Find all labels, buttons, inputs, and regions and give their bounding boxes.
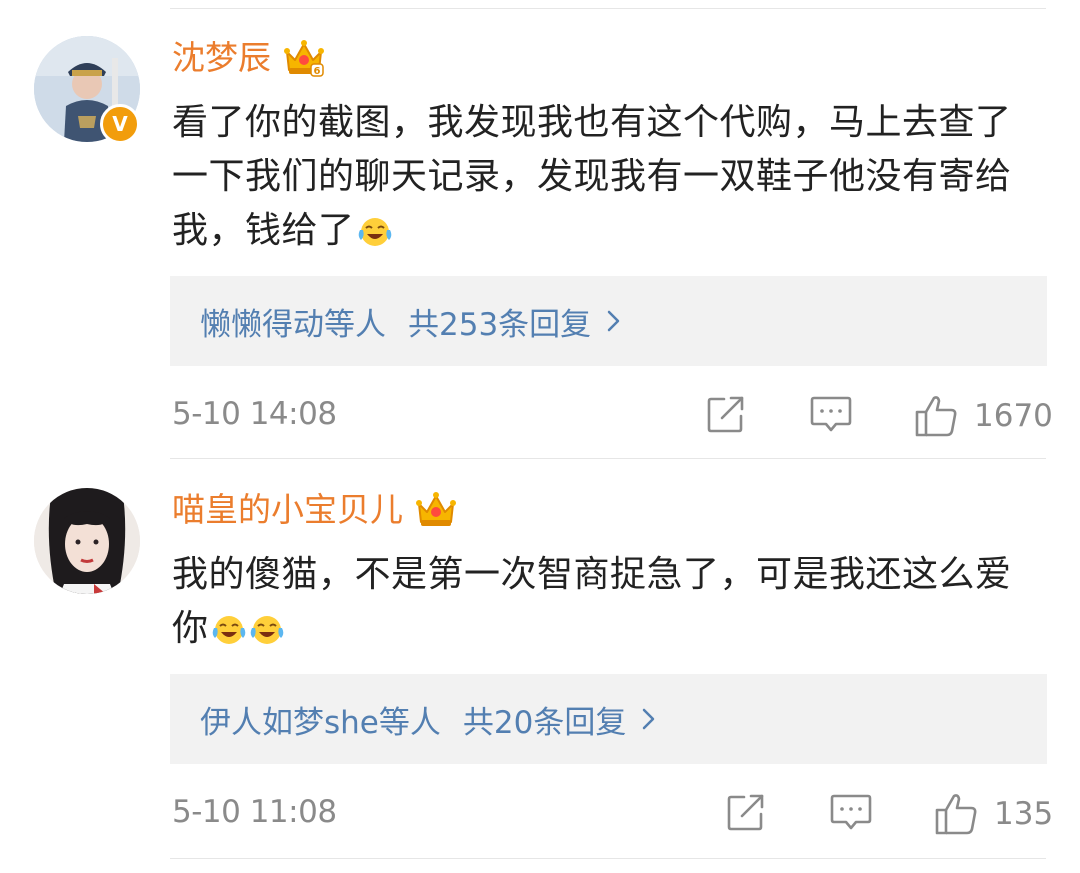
verified-badge: V xyxy=(100,104,140,144)
avatar-image xyxy=(34,488,140,594)
username-row: 喵皇的小宝贝儿 xyxy=(172,486,457,534)
reply-suffix: 等人 xyxy=(378,704,441,741)
share-icon xyxy=(727,794,764,831)
timestamp: 5-10 11:08 xyxy=(172,794,337,830)
comment-button[interactable] xyxy=(810,394,852,438)
crown-vip-icon: 6 xyxy=(284,40,324,77)
reply-count[interactable]: 共20条回复 xyxy=(463,697,626,742)
like-count: 1670 xyxy=(974,398,1053,434)
comment-footer: 5-10 11:08 135 xyxy=(172,788,1053,838)
chevron-right-icon xyxy=(607,310,620,332)
laugh-cry-emoji xyxy=(250,616,283,644)
reply-names[interactable]: 伊人如梦she xyxy=(200,697,379,742)
share-button[interactable] xyxy=(726,792,766,836)
laugh-cry-emoji xyxy=(212,616,245,644)
crown-vip-icon xyxy=(416,492,456,526)
reply-summary[interactable]: 伊人如梦she 等人 共20条回复 xyxy=(170,674,1047,764)
username[interactable]: 沈梦辰 xyxy=(172,34,271,82)
avatar[interactable] xyxy=(34,488,140,594)
timestamp: 5-10 14:08 xyxy=(172,396,337,432)
reply-count[interactable]: 共253条回复 xyxy=(408,299,591,344)
comment-icon xyxy=(830,794,872,830)
comment-footer: 5-10 14:08 1670 xyxy=(172,390,1053,440)
like-button[interactable]: 1670 xyxy=(914,394,1053,438)
username-row: 沈梦辰 6 xyxy=(172,34,325,82)
svg-text:6: 6 xyxy=(314,66,321,77)
laugh-cry-emoji xyxy=(358,218,391,246)
reply-names[interactable]: 懒懒得动 xyxy=(200,299,324,344)
reply-summary[interactable]: 懒懒得动 等人 共253条回复 xyxy=(170,276,1047,366)
share-button[interactable] xyxy=(706,394,746,438)
comment-text: 我的傻猫，不是第一次智商捉急了，可是我还这么爱你 xyxy=(172,548,1042,656)
like-icon xyxy=(915,396,957,437)
reply-suffix: 等人 xyxy=(324,306,386,343)
comment-item: 喵皇的小宝贝儿 我的傻猫，不是第一次智商捉急了，可是我还这么爱你 伊人如梦she xyxy=(0,460,1080,873)
divider xyxy=(170,858,1046,859)
comment-text: 看了你的截图，我发现我也有这个代购，马上去查了一下我们的聊天记录，发现我有一双鞋… xyxy=(172,96,1042,258)
share-icon xyxy=(707,396,744,433)
comment-icon xyxy=(810,396,852,432)
chevron-right-icon xyxy=(643,708,655,730)
comment-body: 看了你的截图，我发现我也有这个代购，马上去查了一下我们的聊天记录，发现我有一双鞋… xyxy=(172,102,1012,251)
like-button[interactable]: 135 xyxy=(934,792,1053,836)
like-count: 135 xyxy=(994,796,1054,832)
divider xyxy=(170,458,1046,459)
comment-body: 我的傻猫，不是第一次智商捉急了，可是我还这么爱你 xyxy=(172,554,1012,649)
like-icon xyxy=(935,794,977,835)
comment-button[interactable] xyxy=(830,792,872,836)
username[interactable]: 喵皇的小宝贝儿 xyxy=(172,486,403,534)
comment-item: V 沈梦辰 6 看了你的截图，我发现我也有这个代购，马上去查了一下我们的聊天记录… xyxy=(0,0,1080,460)
